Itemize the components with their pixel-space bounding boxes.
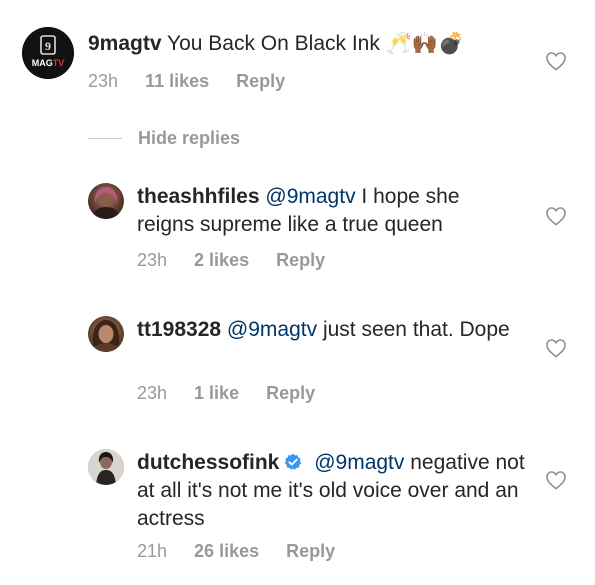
comment-mention[interactable]: @9magtv [227,318,317,341]
likes-count[interactable]: 1 like [194,383,239,404]
reply-button[interactable]: Reply [266,383,315,404]
comment-time: 23h [88,71,119,91]
verified-badge-icon [285,453,302,470]
avatar[interactable] [88,449,124,485]
comment-time: 23h [137,250,168,270]
likes-count[interactable]: 26 likes [194,541,259,562]
svg-text:MAGTV: MAGTV [32,58,65,68]
comment-time: 21h [137,541,168,561]
profile-photo [88,449,124,485]
heart-outline-icon[interactable] [545,470,567,490]
reply-button[interactable]: Reply [286,541,335,562]
profile-photo [92,320,120,352]
comment-text: just seen that. Dope [322,318,510,341]
svg-text:9: 9 [45,39,51,53]
avatar[interactable]: 9 MAGTV [22,27,74,79]
comment-mention[interactable]: @9magtv [314,451,404,474]
profile-photo [92,187,120,219]
avatar[interactable] [88,316,124,352]
comment-mention[interactable]: @9magtv [265,185,355,208]
heart-outline-icon[interactable] [545,338,567,358]
heart-outline-icon[interactable] [545,51,567,71]
divider-line [88,137,122,139]
comment-username[interactable]: theashhfiles [137,185,260,208]
avatar[interactable] [88,183,124,219]
comment-username[interactable]: tt198328 [137,318,221,341]
comment-username[interactable]: dutchessofink [137,451,279,474]
reply-button[interactable]: Reply [236,71,285,92]
hide-replies-toggle[interactable]: Hide replies [88,126,240,150]
likes-count[interactable]: 2 likes [194,250,249,271]
comment-username[interactable]: 9magtv [88,32,162,55]
comment-text: You Back On Black Ink [167,32,380,55]
comment-time: 23h [137,383,168,403]
hide-replies-label: Hide replies [138,127,241,148]
comment-emoji: 🥂🙌🏾💣 [385,32,465,55]
heart-outline-icon[interactable] [545,206,567,226]
reply-button[interactable]: Reply [276,250,325,271]
magtv-logo: 9 MAGTV [22,27,74,79]
likes-count[interactable]: 11 likes [145,71,209,92]
